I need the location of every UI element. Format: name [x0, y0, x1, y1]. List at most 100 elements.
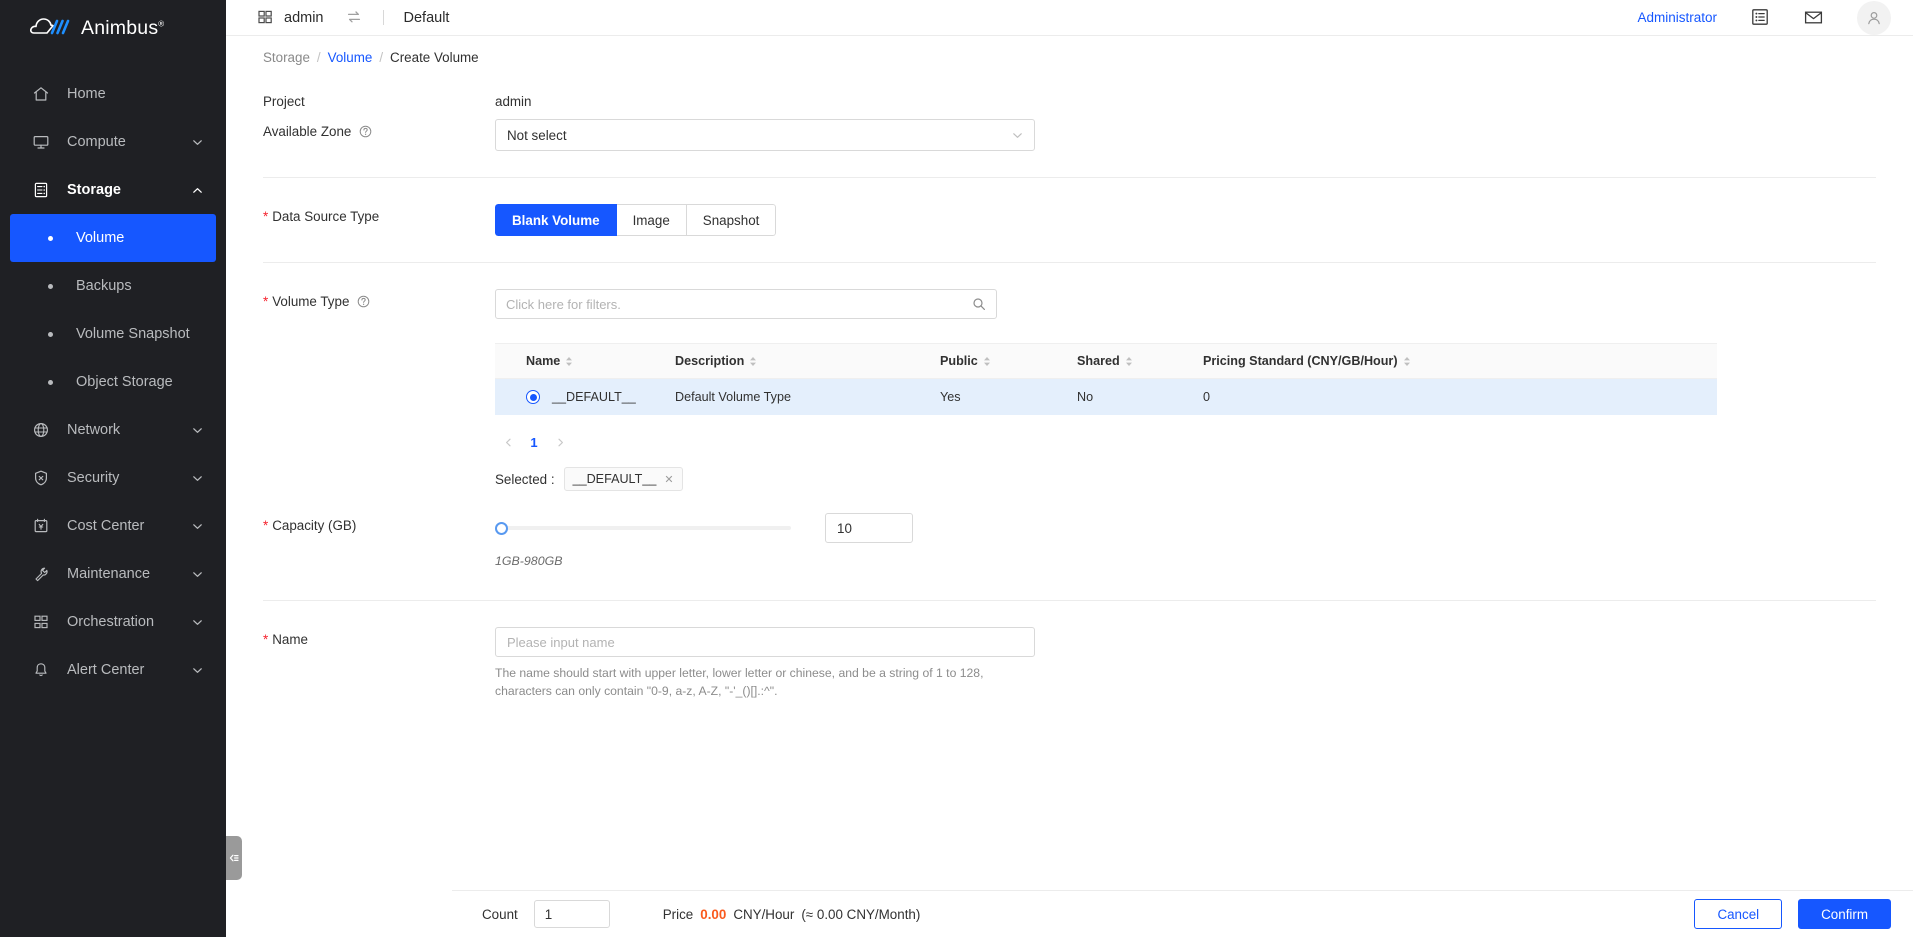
avatar[interactable]: [1857, 1, 1891, 35]
column-header-shared[interactable]: Shared: [1077, 354, 1203, 368]
column-header-label: Pricing Standard (CNY/GB/Hour): [1203, 354, 1398, 368]
administrator-link[interactable]: Administrator: [1637, 10, 1717, 25]
table-row[interactable]: __DEFAULT__ Default Volume Type Yes No 0: [495, 379, 1717, 415]
sidebar-item-maintenance[interactable]: Maintenance: [0, 550, 226, 598]
sidebar-item-home[interactable]: Home: [0, 70, 226, 118]
sidebar-item-compute[interactable]: Compute: [0, 118, 226, 166]
table-header-row: Name Description: [495, 343, 1717, 379]
globe-icon: [31, 420, 51, 440]
sidebar-subitem-label: Volume: [76, 230, 124, 246]
sidebar-subitem-label: Volume Snapshot: [76, 326, 190, 342]
column-header-name[interactable]: Name: [495, 354, 675, 368]
sort-icon[interactable]: [1403, 356, 1411, 367]
data-source-type-blank-volume[interactable]: Blank Volume: [495, 204, 617, 236]
sidebar-item-storage[interactable]: Storage: [0, 166, 226, 214]
form-row-volume-type: *Volume Type Click here for filters.: [226, 289, 1913, 491]
bullet-icon: [48, 332, 53, 337]
swap-icon[interactable]: [346, 9, 363, 26]
data-source-type-snapshot[interactable]: Snapshot: [687, 204, 777, 236]
slider-track: [495, 526, 791, 530]
required-marker: *: [263, 518, 268, 533]
sidebar-item-object-storage[interactable]: Object Storage: [10, 358, 216, 406]
data-source-type-image[interactable]: Image: [617, 204, 687, 236]
user-avatar-icon: [1865, 9, 1883, 27]
breadcrumb-separator: /: [379, 50, 383, 65]
sidebar-item-cost-center[interactable]: Cost Center: [0, 502, 226, 550]
capacity-range-hint: 1GB-980GB: [495, 554, 1913, 568]
sort-icon[interactable]: [749, 356, 757, 367]
selected-tag-label: __DEFAULT__: [573, 472, 657, 486]
slider-handle[interactable]: [495, 522, 508, 535]
sidebar-item-alert-center[interactable]: Alert Center: [0, 646, 226, 694]
search-icon[interactable]: [972, 297, 986, 311]
list-icon[interactable]: [1751, 8, 1770, 27]
sidebar-item-security[interactable]: Security: [0, 454, 226, 502]
sort-icon[interactable]: [983, 356, 991, 367]
sidebar-item-label: Home: [67, 86, 226, 102]
bullet-icon: [48, 284, 53, 289]
pagination-page-1[interactable]: 1: [521, 429, 547, 455]
column-header-description[interactable]: Description: [675, 354, 940, 368]
animbus-cloud-logo-icon: [30, 14, 72, 42]
form-row-capacity: *Capacity (GB) 10 1GB-980GB: [226, 513, 1913, 568]
required-marker: *: [263, 632, 268, 647]
cost-icon: [31, 516, 51, 536]
cell-public: Yes: [940, 390, 1077, 404]
main-area: admin Default Administrator: [226, 0, 1913, 937]
required-marker: *: [263, 294, 268, 309]
sort-icon[interactable]: [1125, 356, 1133, 367]
sidebar-collapse-toggle[interactable]: [226, 836, 242, 880]
capacity-slider[interactable]: [495, 520, 791, 536]
sidebar-item-network[interactable]: Network: [0, 406, 226, 454]
cell-name-text: __DEFAULT__: [552, 390, 636, 404]
pagination-prev[interactable]: [495, 429, 521, 455]
chevron-down-icon: [191, 664, 203, 676]
brand-logo[interactable]: Animbus®: [0, 0, 226, 56]
brand-name: Animbus®: [81, 17, 164, 40]
breadcrumb-separator: /: [317, 50, 321, 65]
project-field: admin: [495, 89, 1913, 109]
sidebar-item-backups[interactable]: Backups: [10, 262, 216, 310]
breadcrumb-storage[interactable]: Storage: [263, 50, 310, 65]
help-circle-icon[interactable]: [357, 295, 370, 308]
pagination: 1: [495, 429, 1717, 455]
breadcrumb-volume[interactable]: Volume: [328, 50, 373, 65]
cell-price: 0: [1203, 390, 1717, 404]
count-input[interactable]: 1: [534, 900, 610, 928]
chevron-down-icon: [191, 616, 203, 628]
sidebar-item-volume[interactable]: Volume: [10, 214, 216, 262]
close-icon[interactable]: ✕: [664, 473, 673, 486]
storage-icon: [31, 180, 51, 200]
volume-type-field: Click here for filters. Name: [495, 289, 1913, 491]
column-header-pricing-standard[interactable]: Pricing Standard (CNY/GB/Hour): [1203, 354, 1717, 368]
volume-type-filter-input[interactable]: Click here for filters.: [495, 289, 997, 319]
price-monthly: (≈ 0.00 CNY/Month): [801, 907, 920, 922]
breadcrumb: Storage / Volume / Create Volume: [226, 36, 1913, 65]
sort-icon[interactable]: [565, 356, 573, 367]
bullet-icon: [48, 380, 53, 385]
cancel-button[interactable]: Cancel: [1694, 899, 1782, 929]
capacity-controls: 10: [495, 513, 1913, 543]
available-zone-field: Not select: [495, 119, 1913, 151]
sidebar-item-label: Network: [67, 422, 191, 438]
action-footer: Count 1 Price 0.00 CNY/Hour (≈ 0.00 CNY/…: [452, 890, 1913, 937]
capacity-value: 10: [837, 521, 852, 536]
row-radio-button[interactable]: [526, 390, 540, 404]
sidebar-item-orchestration[interactable]: Orchestration: [0, 598, 226, 646]
sidebar-item-volume-snapshot[interactable]: Volume Snapshot: [10, 310, 216, 358]
confirm-button[interactable]: Confirm: [1798, 899, 1891, 929]
help-circle-icon[interactable]: [359, 125, 372, 138]
bell-icon: [31, 660, 51, 680]
mail-icon[interactable]: [1804, 8, 1823, 27]
pagination-next[interactable]: [547, 429, 573, 455]
available-zone-value: Not select: [507, 128, 567, 143]
sidebar-subitem-label: Backups: [76, 278, 132, 294]
top-bar: admin Default Administrator: [226, 0, 1913, 36]
top-bar-left: admin Default: [226, 9, 449, 26]
capacity-number-input[interactable]: 10: [825, 513, 913, 543]
column-header-public[interactable]: Public: [940, 354, 1077, 368]
column-header-label: Description: [675, 354, 744, 368]
name-label: *Name: [263, 627, 495, 647]
name-input[interactable]: Please input name: [495, 627, 1035, 657]
available-zone-select[interactable]: Not select: [495, 119, 1035, 151]
